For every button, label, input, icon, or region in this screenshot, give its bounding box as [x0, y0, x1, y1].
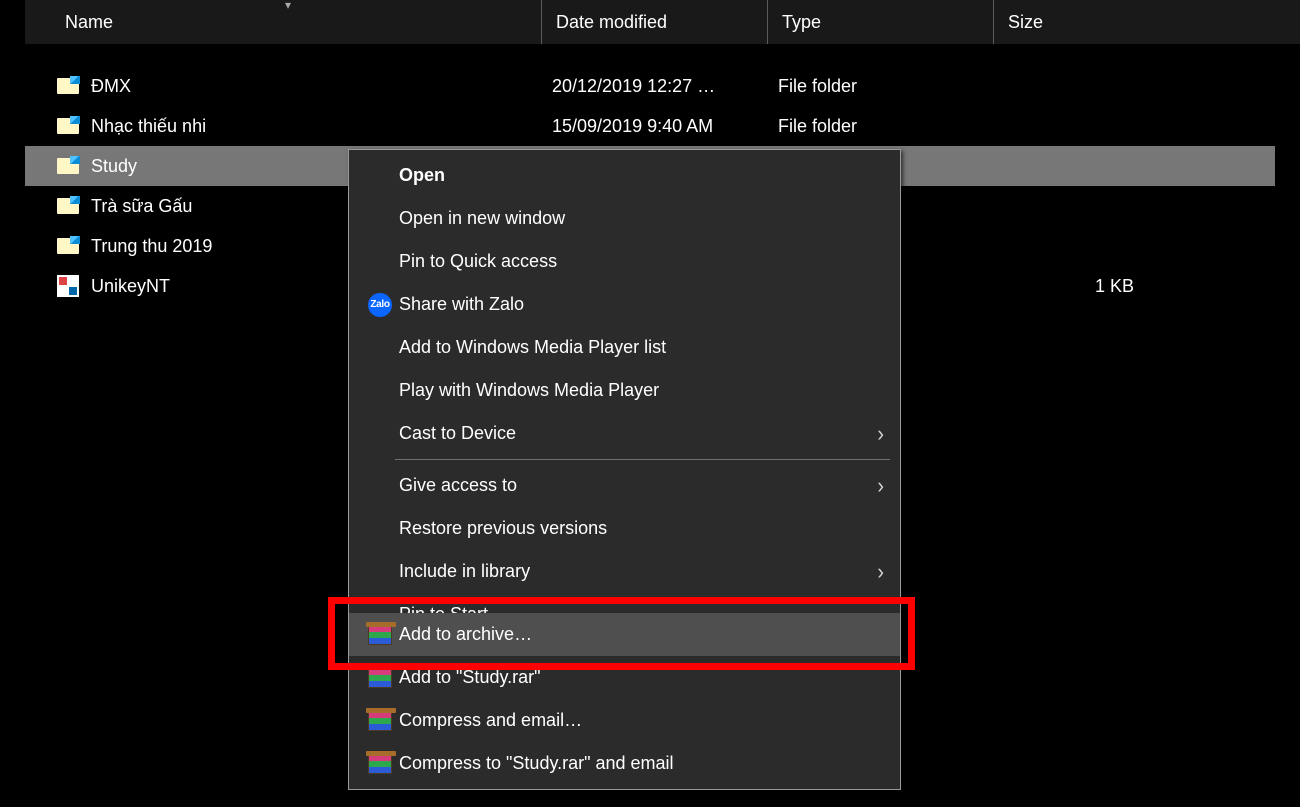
menu-item[interactable]: Pin to Quick access: [349, 240, 900, 283]
file-name-label: Study: [91, 156, 137, 177]
zalo-icon: Zalo: [368, 293, 392, 317]
menu-item-label: Add to archive…: [399, 624, 884, 645]
menu-item-label: Open: [399, 165, 884, 186]
folder-icon: [57, 156, 79, 176]
menu-item[interactable]: Include in library›: [349, 550, 900, 593]
column-header-type-label: Type: [782, 12, 821, 33]
folder-icon: [57, 116, 79, 136]
menu-item[interactable]: Restore previous versions: [349, 507, 900, 550]
column-header-type[interactable]: Type: [768, 0, 994, 44]
file-name-label: Trung thu 2019: [91, 236, 212, 257]
menu-item[interactable]: Compress and email…: [349, 699, 900, 742]
winrar-icon: [368, 711, 392, 731]
menu-item[interactable]: Add to "Study.rar": [349, 656, 900, 699]
menu-item-icon-slot: [361, 668, 399, 688]
menu-item[interactable]: Compress to "Study.rar" and email: [349, 742, 900, 785]
file-size-cell: 1 KB: [994, 276, 1154, 297]
menu-item-label: Share with Zalo: [399, 294, 884, 315]
column-header-date[interactable]: Date modified: [542, 0, 768, 44]
menu-separator: [395, 459, 890, 460]
menu-item[interactable]: Give access to›: [349, 464, 900, 507]
column-header-size[interactable]: Size: [994, 0, 1154, 44]
menu-item-label: Add to "Study.rar": [399, 667, 884, 688]
file-name-label: ĐMX: [91, 76, 131, 97]
winrar-icon: [368, 754, 392, 774]
file-name-cell: Nhạc thiếu nhi: [25, 116, 542, 137]
folder-icon: [57, 196, 79, 216]
file-type-cell: File folder: [768, 116, 994, 137]
menu-item[interactable]: Add to Windows Media Player list: [349, 326, 900, 369]
winrar-icon: [368, 625, 392, 645]
winrar-icon: [368, 668, 392, 688]
menu-item-icon-slot: [361, 711, 399, 731]
folder-icon: [57, 76, 79, 96]
column-headers: Name ▾ Date modified Type Size: [25, 0, 1300, 44]
menu-item-label: Open in new window: [399, 208, 884, 229]
menu-item-label: Compress and email…: [399, 710, 884, 731]
folder-icon: [57, 236, 79, 256]
menu-item[interactable]: Cast to Device›: [349, 412, 900, 455]
file-name-cell: ĐMX: [25, 76, 542, 97]
column-header-name-label: Name: [65, 12, 113, 33]
file-name-label: Trà sữa Gấu: [91, 196, 192, 217]
menu-item-label: Include in library: [399, 561, 877, 582]
app-icon: [57, 275, 79, 297]
menu-item[interactable]: Open in new window: [349, 197, 900, 240]
chevron-right-icon: ›: [877, 421, 884, 447]
file-date-cell: 20/12/2019 12:27 …: [542, 76, 768, 97]
chevron-right-icon: ›: [877, 473, 884, 499]
menu-item[interactable]: Zalo Share with Zalo: [349, 283, 900, 326]
menu-item-icon-slot: [361, 754, 399, 774]
menu-item-label: Add to Windows Media Player list: [399, 337, 884, 358]
menu-item-label: Cast to Device: [399, 423, 877, 444]
menu-item-icon-slot: Zalo: [361, 293, 399, 317]
file-date-cell: 15/09/2019 9:40 AM: [542, 116, 768, 137]
sort-indicator-icon: ▾: [285, 0, 291, 12]
menu-item-label: Play with Windows Media Player: [399, 380, 884, 401]
menu-item-icon-slot: [361, 625, 399, 645]
menu-item-label: Restore previous versions: [399, 518, 884, 539]
menu-item-label: Pin to Start: [399, 604, 884, 613]
column-header-name[interactable]: Name ▾: [25, 0, 542, 44]
file-row[interactable]: ĐMX 20/12/2019 12:27 …File folder: [25, 66, 1275, 106]
menu-item[interactable]: Pin to Start: [349, 593, 900, 613]
column-header-size-label: Size: [1008, 12, 1043, 33]
menu-item-label: Compress to "Study.rar" and email: [399, 753, 884, 774]
menu-item[interactable]: Open: [349, 154, 900, 197]
context-menu: Open Open in new window Pin to Quick acces…: [348, 149, 901, 790]
column-header-date-label: Date modified: [556, 12, 667, 33]
menu-item[interactable]: Add to archive…: [349, 613, 900, 656]
chevron-right-icon: ›: [877, 559, 884, 585]
file-type-cell: File folder: [768, 76, 994, 97]
menu-item[interactable]: Play with Windows Media Player: [349, 369, 900, 412]
file-row[interactable]: Nhạc thiếu nhi 15/09/2019 9:40 AMFile fol…: [25, 106, 1275, 146]
menu-item-label: Pin to Quick access: [399, 251, 884, 272]
file-name-label: UnikeyNT: [91, 276, 170, 297]
file-name-label: Nhạc thiếu nhi: [91, 116, 206, 137]
menu-item-label: Give access to: [399, 475, 877, 496]
